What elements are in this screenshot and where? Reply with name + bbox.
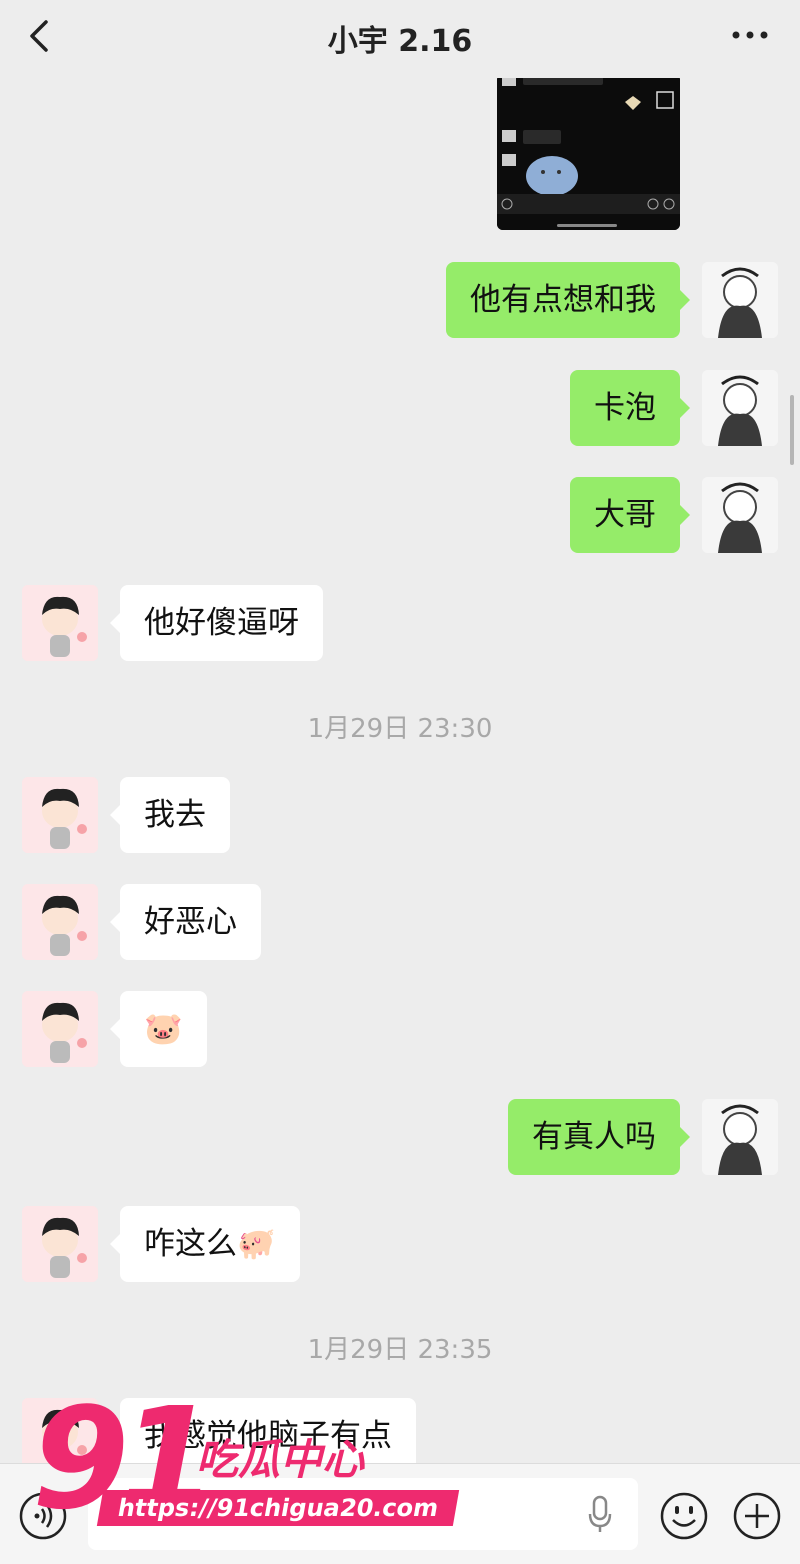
more-button[interactable] xyxy=(728,20,772,50)
message-bubble[interactable]: 我感觉他脑子有点 xyxy=(110,1398,416,1463)
friend-avatar[interactable] xyxy=(22,991,98,1067)
emoji-icon xyxy=(660,1492,708,1540)
timestamp: 1月29日 23:30 xyxy=(307,714,493,744)
friend-avatar[interactable] xyxy=(22,777,98,853)
friend-avatar[interactable] xyxy=(22,585,98,661)
voice-toggle-button[interactable] xyxy=(18,1491,68,1541)
friend-avatar[interactable] xyxy=(22,1398,98,1463)
screenshot-image-message[interactable] xyxy=(497,74,680,230)
microphone-icon[interactable] xyxy=(585,1494,615,1534)
message-bubble[interactable]: 他有点想和我 xyxy=(446,262,690,338)
message-bubble[interactable]: 好恶心 xyxy=(110,884,261,960)
input-bar xyxy=(0,1463,800,1564)
timestamp: 1月29日 23:35 xyxy=(307,1335,493,1365)
message-bubble[interactable]: 大哥 xyxy=(570,477,690,553)
voice-icon xyxy=(19,1492,67,1540)
emoji-button[interactable] xyxy=(659,1491,709,1541)
scrollbar[interactable] xyxy=(790,395,794,465)
more-functions-button[interactable] xyxy=(732,1491,782,1541)
message-bubble[interactable]: 咋这么🐖 xyxy=(110,1206,300,1282)
chat-header: 小宇 2.16 xyxy=(0,0,800,78)
friend-avatar[interactable] xyxy=(22,1206,98,1282)
my-avatar[interactable] xyxy=(702,262,778,338)
message-bubble[interactable]: 卡泡 xyxy=(570,370,690,446)
my-avatar[interactable] xyxy=(702,1099,778,1175)
friend-avatar[interactable] xyxy=(22,884,98,960)
my-avatar[interactable] xyxy=(702,370,778,446)
message-bubble[interactable]: 他好傻逼呀 xyxy=(110,585,323,661)
message-bubble[interactable]: 我去 xyxy=(110,777,230,853)
chat-title: 小宇 2.16 xyxy=(327,24,473,59)
plus-icon xyxy=(733,1492,781,1540)
chat-area[interactable]: 他有点想和我 卡泡 大哥 他好傻逼呀 1月29日 23:30 我去 好恶心 🐷 … xyxy=(0,0,800,1463)
message-bubble[interactable]: 有真人吗 xyxy=(508,1099,690,1175)
message-input[interactable] xyxy=(88,1478,638,1550)
more-dots-icon xyxy=(732,31,768,39)
my-avatar[interactable] xyxy=(702,477,778,553)
message-bubble[interactable]: 🐷 xyxy=(110,991,207,1067)
